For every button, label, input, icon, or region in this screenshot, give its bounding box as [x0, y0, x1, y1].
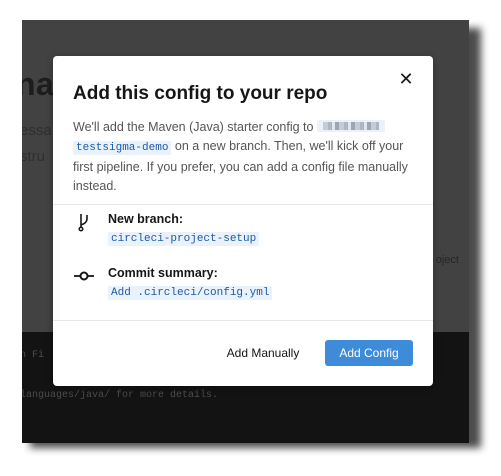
background-right-text: oject [435, 254, 459, 266]
repo-name: testsigma-demo [73, 141, 172, 155]
background-text-2: stru [22, 148, 46, 165]
background-heading: na [22, 66, 55, 102]
background-text-1: essa [22, 122, 52, 139]
add-manually-button[interactable]: Add Manually [223, 340, 303, 366]
description-text-before: We'll add the Maven (Java) starter confi… [73, 120, 317, 134]
add-config-modal: ✕ Add this config to your repo We'll add… [53, 56, 433, 386]
commit-value: Add .circleci/config.yml [108, 286, 273, 300]
git-branch-icon [78, 214, 88, 232]
commit-label: Commit summary: [108, 266, 218, 280]
git-commit-icon [74, 271, 94, 281]
modal-description: We'll add the Maven (Java) starter confi… [73, 118, 419, 196]
branch-value: circleci-project-setup [108, 232, 260, 246]
footer-divider [53, 320, 433, 321]
background-code-2: languages/java/ for more details. [22, 390, 219, 401]
branch-label: New branch: [108, 212, 184, 226]
modal-title: Add this config to your repo [73, 83, 328, 104]
redacted-org-name [316, 120, 385, 132]
divider [53, 204, 433, 205]
add-config-button[interactable]: Add Config [325, 340, 413, 366]
close-icon[interactable]: ✕ [397, 70, 415, 88]
background-code-1: n Fi [22, 350, 45, 361]
